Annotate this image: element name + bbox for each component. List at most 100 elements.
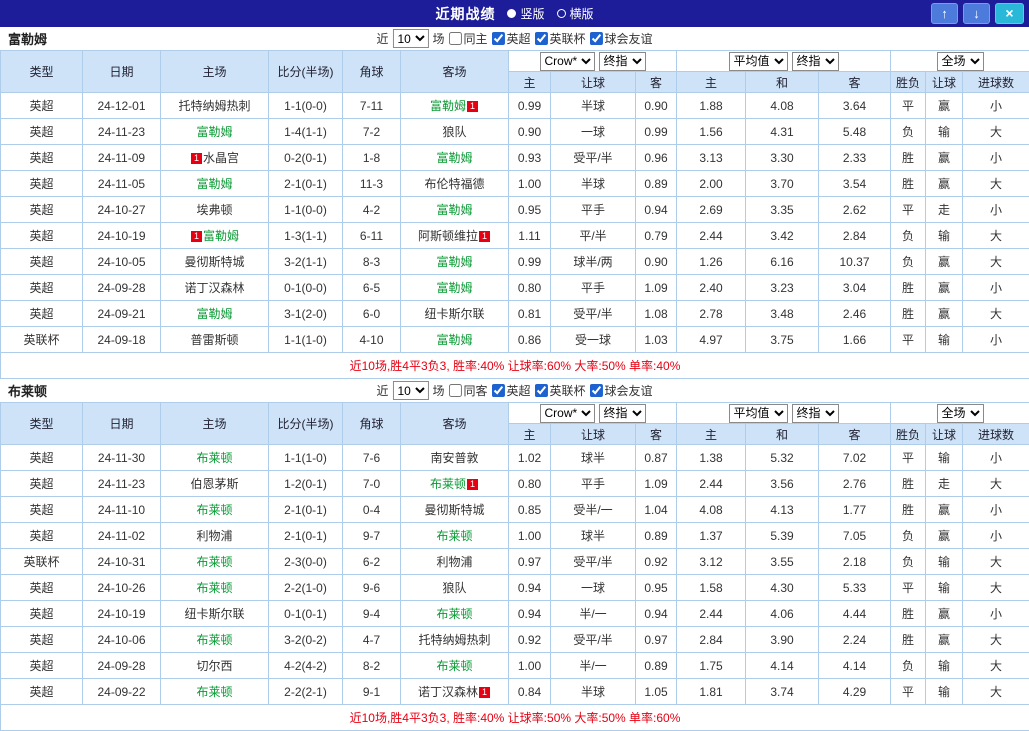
goals-result-cell: 大 bbox=[962, 548, 1029, 575]
euro-average-select[interactable]: 平均值 bbox=[728, 403, 788, 423]
asia-home-odds: 0.99 bbox=[508, 248, 551, 275]
match-row: 英超 24-09-21 富勒姆 3-1(2-0) 6-0 纽卡斯尔联 0.81 受平/半 1.0… bbox=[0, 300, 1029, 327]
league-filter-friendly[interactable]: 球会友谊 bbox=[589, 30, 653, 47]
team-label: 布莱顿 bbox=[196, 503, 233, 517]
same-venue-checkbox[interactable] bbox=[448, 32, 462, 45]
red-card-badge: 1 bbox=[467, 479, 478, 490]
euro-draw-odds: 4.13 bbox=[745, 496, 819, 523]
date-cell: 24-11-23 bbox=[82, 470, 161, 497]
handicap-cell: 平手 bbox=[550, 470, 636, 497]
home-team-cell: 布莱顿 bbox=[160, 496, 269, 523]
scope-select[interactable]: 全场 bbox=[936, 51, 984, 71]
euro-home-odds: 1.75 bbox=[676, 652, 746, 679]
asia-away-odds: 0.89 bbox=[635, 522, 677, 549]
team-label: 富勒姆 bbox=[196, 125, 233, 139]
date-cell: 24-10-19 bbox=[82, 600, 161, 627]
asia-away-odds: 1.08 bbox=[635, 300, 677, 327]
odds-company-select[interactable]: Crow* bbox=[539, 51, 595, 71]
scroll-up-button[interactable]: ↑ bbox=[931, 3, 958, 24]
col-header-euro-away: 客 bbox=[817, 71, 892, 93]
team-label: 伯恩茅斯 bbox=[190, 477, 239, 491]
cup-checkbox[interactable] bbox=[534, 32, 548, 45]
col-header-asia-home: 主 bbox=[508, 71, 551, 93]
home-team-cell: 纽卡斯尔联 bbox=[160, 600, 269, 627]
date-cell: 24-10-19 bbox=[82, 222, 161, 249]
handicap-cell: 一球 bbox=[550, 118, 636, 145]
league-filter-friendly[interactable]: 球会友谊 bbox=[589, 382, 653, 399]
match-row: 英超 24-12-01 托特纳姆热刺 1-1(0-0) 7-11 富勒姆 1 0.99 半球 0.… bbox=[0, 92, 1029, 119]
goals-result-cell: 大 bbox=[962, 626, 1029, 653]
asia-home-odds: 0.80 bbox=[508, 470, 551, 497]
col-header-result: 胜负 bbox=[890, 423, 927, 445]
col-header-asia-away: 客 bbox=[635, 71, 677, 93]
euro-away-odds: 10.37 bbox=[817, 248, 892, 275]
cup-label: 英联杯 bbox=[549, 32, 586, 46]
friendly-checkbox[interactable] bbox=[589, 384, 603, 397]
corner-cell: 7-6 bbox=[342, 444, 401, 471]
league-type-cell: 英超 bbox=[0, 118, 83, 145]
result-cell: 负 bbox=[890, 548, 927, 575]
euro-average-select[interactable]: 平均值 bbox=[728, 51, 788, 71]
layout-horizontal-radio[interactable]: 横版 bbox=[556, 5, 594, 22]
league-filter-cup[interactable]: 英联杯 bbox=[534, 382, 586, 399]
corner-cell: 4-2 bbox=[342, 196, 401, 223]
score-cell: 1-2(0-1) bbox=[268, 470, 343, 497]
odds-time-select[interactable]: 终指 bbox=[598, 51, 646, 71]
match-row: 英超 24-10-05 曼彻斯特城 3-2(1-1) 8-3 富勒姆 0.99 球半/两 0.9… bbox=[0, 248, 1029, 275]
friendly-checkbox[interactable] bbox=[589, 32, 603, 45]
col-header-type: 类型 bbox=[0, 50, 83, 93]
league-filter-cup[interactable]: 英联杯 bbox=[534, 30, 586, 47]
date-cell: 24-11-02 bbox=[82, 522, 161, 549]
handicap-cell: 受平/半 bbox=[550, 144, 636, 171]
team-label: 布莱顿 bbox=[436, 607, 473, 621]
asia-odds-selects: Crow* 终指 bbox=[508, 402, 677, 424]
handicap-result-cell: 输 bbox=[925, 118, 964, 145]
asia-home-odds: 0.99 bbox=[508, 92, 551, 119]
handicap-result-cell: 赢 bbox=[925, 496, 964, 523]
col-header-asia-away: 客 bbox=[635, 423, 677, 445]
epl-checkbox[interactable] bbox=[491, 32, 505, 45]
date-cell: 24-10-06 bbox=[82, 626, 161, 653]
home-team-cell: 布莱顿 bbox=[160, 548, 269, 575]
home-team-cell: 布莱顿 bbox=[160, 678, 269, 705]
result-cell: 胜 bbox=[890, 170, 927, 197]
same-venue-checkbox[interactable] bbox=[448, 384, 462, 397]
date-cell: 24-09-18 bbox=[82, 326, 161, 353]
handicap-result-cell: 赢 bbox=[925, 248, 964, 275]
league-type-cell: 英超 bbox=[0, 522, 83, 549]
same-venue-filter[interactable]: 同客 bbox=[448, 382, 488, 399]
same-venue-filter[interactable]: 同主 bbox=[448, 30, 488, 47]
match-count-select[interactable]: 10 bbox=[392, 381, 429, 400]
league-filter-epl[interactable]: 英超 bbox=[491, 30, 531, 47]
euro-home-odds: 2.44 bbox=[676, 470, 746, 497]
topbar: 近期战绩 竖版 横版 ↑ ↓ × bbox=[0, 0, 1029, 27]
euro-home-odds: 2.69 bbox=[676, 196, 746, 223]
asia-home-odds: 0.81 bbox=[508, 300, 551, 327]
layout-vertical-radio[interactable]: 竖版 bbox=[507, 5, 545, 22]
handicap-result-cell: 赢 bbox=[925, 600, 964, 627]
col-header-away: 客场 bbox=[400, 402, 509, 445]
euro-time-select[interactable]: 终指 bbox=[791, 403, 839, 423]
epl-checkbox[interactable] bbox=[491, 384, 505, 397]
odds-time-select[interactable]: 终指 bbox=[598, 403, 646, 423]
handicap-result-cell: 输 bbox=[925, 548, 964, 575]
match-rows: 英超 24-12-01 托特纳姆热刺 1-1(0-0) 7-11 富勒姆 1 0.99 半球 0.… bbox=[0, 92, 1029, 353]
match-rows: 英超 24-11-30 布莱顿 1-1(1-0) 7-6 南安普敦 1.02 球半 0.87 1.… bbox=[0, 444, 1029, 705]
cup-checkbox[interactable] bbox=[534, 384, 548, 397]
scope-select[interactable]: 全场 bbox=[936, 403, 984, 423]
result-cell: 胜 bbox=[890, 496, 927, 523]
col-header-corner: 角球 bbox=[342, 50, 401, 93]
euro-home-odds: 4.97 bbox=[676, 326, 746, 353]
euro-draw-odds: 4.31 bbox=[745, 118, 819, 145]
scroll-down-button[interactable]: ↓ bbox=[963, 3, 990, 24]
league-filter-epl[interactable]: 英超 bbox=[491, 382, 531, 399]
close-button[interactable]: × bbox=[995, 3, 1024, 24]
match-row: 英超 24-10-27 埃弗顿 1-1(0-0) 4-2 富勒姆 0.95 平手 0.94 2.6… bbox=[0, 196, 1029, 223]
team-label: 纽卡斯尔联 bbox=[184, 607, 245, 621]
asia-away-odds: 0.94 bbox=[635, 196, 677, 223]
odds-company-select[interactable]: Crow* bbox=[539, 403, 595, 423]
euro-time-select[interactable]: 终指 bbox=[791, 51, 839, 71]
asia-away-odds: 0.94 bbox=[635, 600, 677, 627]
match-count-select[interactable]: 10 bbox=[392, 29, 429, 48]
score-cell: 1-1(0-0) bbox=[268, 92, 343, 119]
